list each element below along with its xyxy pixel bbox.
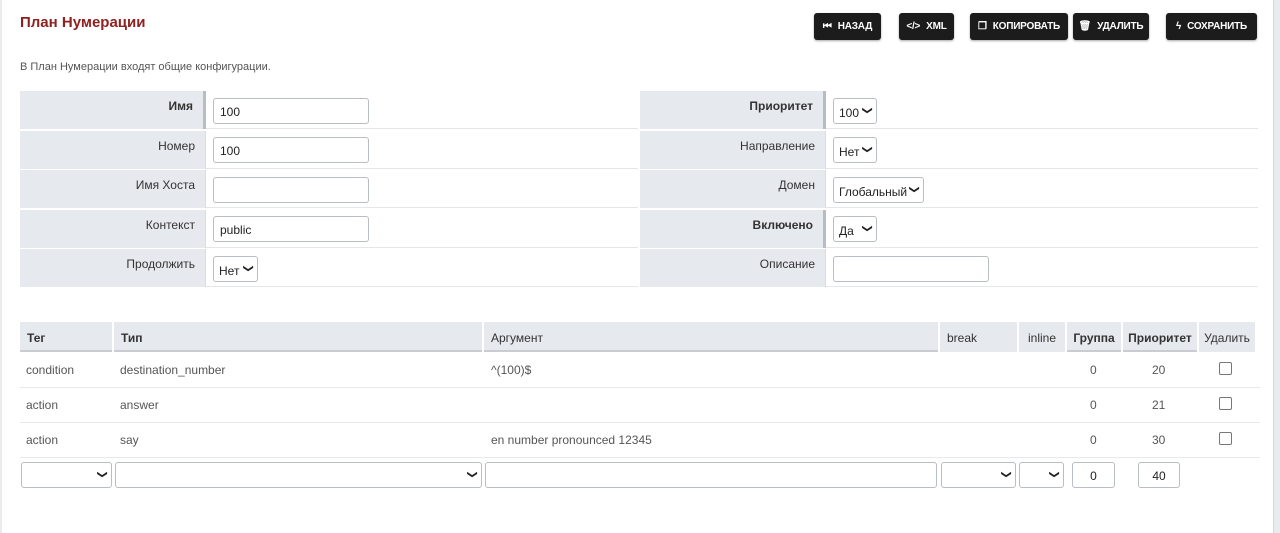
domain-select-value: Глобальный	[839, 185, 908, 199]
row-2-priority: 30	[1152, 433, 1166, 447]
row-divider	[20, 457, 1260, 458]
enabled-cell	[826, 210, 1258, 248]
row-0-tag: condition	[26, 363, 75, 377]
description-input[interactable]	[833, 256, 989, 282]
chevron-down-icon: ❯	[96, 470, 108, 479]
domain-select[interactable]: Глобальный ❯	[833, 177, 924, 203]
row-divider	[20, 422, 1260, 423]
page-title: План Нумерации	[20, 14, 146, 31]
new-tag-select[interactable]: ❯	[21, 462, 112, 488]
domain-label: Домен	[640, 170, 826, 208]
new-inline-select[interactable]: ❯	[1019, 462, 1064, 488]
col-header-inline: inline	[1019, 322, 1065, 352]
hostname-label: Имя Хоста	[20, 170, 206, 208]
context-label: Контекст	[20, 210, 206, 248]
chevron-down-icon: ❯	[1048, 470, 1060, 479]
continue-select[interactable]: Нет ❯	[213, 256, 258, 282]
direction-select-value: Нет	[839, 145, 860, 159]
enabled-select-value: Да	[839, 224, 854, 238]
number-label: Номер	[20, 131, 206, 169]
row-0-delete-checkbox[interactable]	[1219, 362, 1232, 375]
priority-select-value: 100	[839, 106, 860, 120]
code-icon: </>	[906, 21, 921, 32]
col-header-break: break	[940, 322, 1017, 352]
direction-label: Направление	[640, 131, 826, 169]
priority-select[interactable]: 100 ❯	[833, 98, 877, 124]
back-button-label: НАЗАД	[837, 21, 873, 32]
row-0-priority: 20	[1152, 363, 1166, 377]
back-button[interactable]: ⏮ НАЗАД	[814, 13, 881, 40]
new-argument-input[interactable]	[485, 462, 937, 488]
row-divider	[20, 387, 1260, 388]
chevron-down-icon: ❯	[908, 185, 920, 194]
chevron-down-icon: ❯	[242, 264, 254, 273]
hostname-input[interactable]	[213, 177, 369, 203]
enabled-label: Включено	[640, 210, 826, 248]
row-1-group: 0	[1090, 398, 1097, 412]
col-header-argument: Аргумент	[484, 322, 938, 352]
save-button[interactable]: ϟ СОХРАНИТЬ	[1166, 13, 1257, 40]
priority-label: Приоритет	[640, 91, 826, 129]
row-1-type: answer	[120, 398, 159, 412]
trash-icon: 🗑	[1078, 21, 1092, 32]
context-input[interactable]: public	[213, 216, 369, 242]
xml-button-label: XML	[926, 21, 947, 32]
skip-back-icon: ⏮	[822, 21, 832, 32]
chevron-down-icon: ❯	[861, 106, 873, 115]
row-0-argument: ^(100)$	[491, 363, 532, 377]
col-header-type: Тип	[114, 322, 482, 352]
page-description: В План Нумерации входят общие конфигурац…	[20, 61, 271, 73]
description-label: Описание	[640, 249, 826, 287]
row-2-argument: en number pronounced 12345	[491, 433, 652, 447]
row-2-tag: action	[26, 433, 59, 447]
row-1-priority: 21	[1152, 398, 1166, 412]
bolt-icon: ϟ	[1175, 21, 1182, 32]
dialplan-panel: План Нумерации ⏮ НАЗАД </> XML ❐ КОПИРОВ…	[2, 0, 1274, 533]
copy-button-label: КОПИРОВАТЬ	[992, 21, 1061, 32]
continue-select-value: Нет	[219, 264, 240, 278]
continue-cell	[206, 249, 638, 287]
row-2-delete-checkbox[interactable]	[1219, 432, 1232, 445]
number-input[interactable]: 100	[213, 137, 369, 163]
chevron-down-icon: ❯	[861, 224, 873, 233]
direction-select[interactable]: Нет ❯	[833, 137, 877, 163]
copy-icon: ❐	[977, 21, 987, 32]
col-header-tag: Тег	[20, 322, 112, 352]
name-input[interactable]: 100	[213, 98, 369, 124]
row-1-tag: action	[26, 398, 59, 412]
row-0-type: destination_number	[120, 363, 226, 377]
name-label: Имя	[20, 91, 206, 129]
new-type-select[interactable]: ❯	[115, 462, 482, 488]
row-0-group: 0	[1090, 363, 1097, 377]
direction-cell	[826, 131, 1258, 169]
col-header-priority: Приоритет	[1123, 322, 1197, 352]
col-header-delete: Удалить	[1199, 322, 1255, 352]
save-button-label: СОХРАНИТЬ	[1187, 21, 1248, 32]
enabled-select[interactable]: Да ❯	[833, 216, 877, 242]
chevron-down-icon: ❯	[1000, 470, 1012, 479]
delete-button[interactable]: 🗑 УДАЛИТЬ	[1073, 13, 1149, 40]
continue-label: Продолжить	[20, 249, 206, 287]
chevron-down-icon: ❯	[466, 470, 478, 479]
new-group-input[interactable]: 0	[1072, 462, 1115, 488]
col-header-group: Группа	[1067, 322, 1121, 352]
row-1-delete-checkbox[interactable]	[1219, 397, 1232, 410]
row-2-type: say	[120, 433, 139, 447]
row-2-group: 0	[1090, 433, 1097, 447]
delete-button-label: УДАЛИТЬ	[1097, 21, 1144, 32]
priority-cell	[826, 91, 1258, 129]
new-break-select[interactable]: ❯	[941, 462, 1016, 488]
new-priority-input[interactable]: 40	[1138, 462, 1180, 488]
xml-button[interactable]: </> XML	[899, 13, 954, 40]
copy-button[interactable]: ❐ КОПИРОВАТЬ	[970, 13, 1068, 40]
chevron-down-icon: ❯	[861, 145, 873, 154]
